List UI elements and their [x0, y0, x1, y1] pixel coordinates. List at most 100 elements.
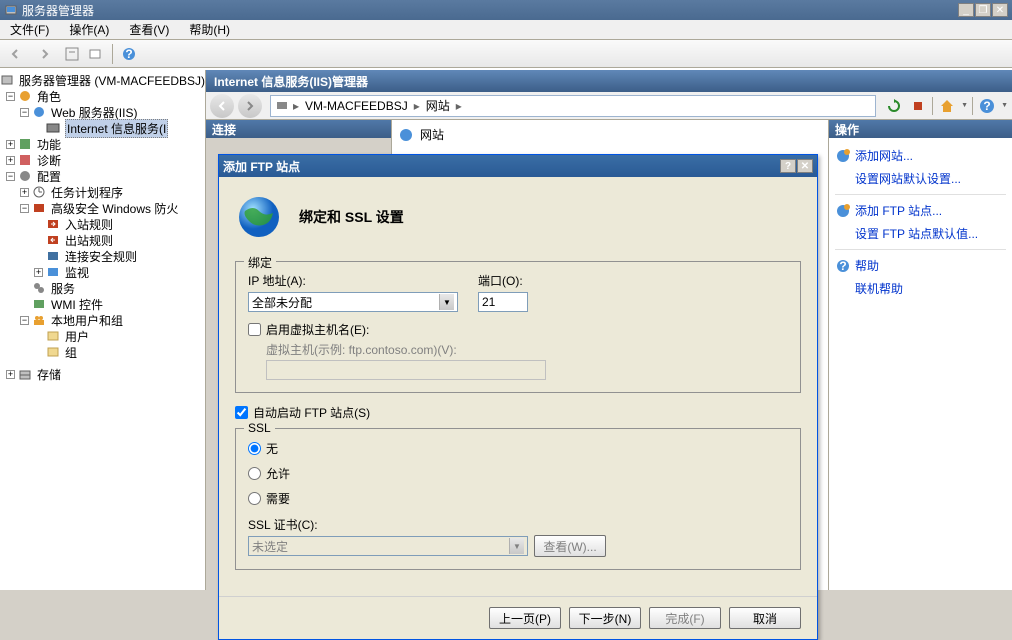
server-manager-icon	[4, 3, 18, 17]
expander-icon[interactable]: +	[6, 140, 15, 149]
ssl-require-label: 需要	[266, 490, 290, 507]
close-button[interactable]: ✕	[992, 3, 1008, 17]
menu-help[interactable]: 帮助(H)	[179, 20, 240, 39]
tree-panel[interactable]: 服务器管理器 (VM-MACFEEDBSJ) −角色 −Web 服务器(IIS)…	[0, 70, 206, 590]
breadcrumb-host[interactable]: VM-MACFEEDBSJ	[303, 99, 410, 113]
ssl-legend: SSL	[244, 421, 275, 435]
svg-text:?: ?	[839, 259, 846, 273]
dialog-close-button[interactable]: ✕	[797, 159, 813, 173]
actions-header: 操作	[829, 120, 1012, 138]
nav-forward-icon[interactable]	[238, 94, 262, 118]
globe-icon	[235, 193, 283, 241]
tree-outbound[interactable]: 出站规则	[0, 232, 205, 248]
port-label: 端口(O):	[478, 272, 528, 289]
iis-navbar: ▸ VM-MACFEEDBSJ ▸ 网站 ▸ ▼ ? ▼	[206, 92, 1012, 120]
dropdown-arrow-icon: ▼	[439, 294, 454, 310]
help-icon[interactable]: ?	[121, 46, 137, 62]
tree-services[interactable]: 服务	[0, 280, 205, 296]
dropdown-arrow-icon[interactable]: ▼	[961, 102, 968, 109]
expander-icon[interactable]: +	[6, 156, 15, 165]
tree-inbound[interactable]: 入站规则	[0, 216, 205, 232]
tree-diagnostics[interactable]: +诊断	[0, 152, 205, 168]
action-set-ftp-defaults[interactable]: 设置 FTP 站点默认值...	[835, 222, 1006, 245]
toolbar-icon-1[interactable]	[64, 46, 80, 62]
tree-wmi[interactable]: WMI 控件	[0, 296, 205, 312]
dialog-titlebar[interactable]: 添加 FTP 站点 ? ✕	[219, 155, 817, 177]
tree-task-scheduler[interactable]: +任务计划程序	[0, 184, 205, 200]
tree-users[interactable]: 用户	[0, 328, 205, 344]
binding-fieldset: 绑定 IP 地址(A): 全部未分配 ▼ 端口(O): 启用虚拟主机名(E):	[235, 261, 801, 393]
tree-monitor[interactable]: +监视	[0, 264, 205, 280]
sites-label: 网站	[420, 126, 444, 143]
divider	[972, 97, 973, 115]
ip-label: IP 地址(A):	[248, 272, 458, 289]
help-icon[interactable]: ?	[977, 96, 997, 116]
menu-file[interactable]: 文件(F)	[0, 20, 59, 39]
breadcrumb-sites[interactable]: 网站	[424, 97, 452, 114]
ssl-none-radio[interactable]	[248, 442, 261, 455]
chevron-right-icon: ▸	[456, 99, 462, 113]
prev-button[interactable]: 上一页(P)	[489, 607, 561, 629]
expander-icon[interactable]: +	[6, 370, 15, 379]
tree-firewall[interactable]: −高级安全 Windows 防火	[0, 200, 205, 216]
computer-icon	[275, 99, 289, 113]
dropdown-arrow-icon: ▼	[509, 538, 524, 554]
enable-vhost-checkbox[interactable]	[248, 323, 261, 336]
expander-icon[interactable]: −	[20, 108, 29, 117]
dialog-title: 添加 FTP 站点	[223, 158, 300, 175]
tree-groups[interactable]: 组	[0, 344, 205, 360]
action-add-ftp-site[interactable]: 添加 FTP 站点...	[835, 199, 1006, 222]
svg-text:?: ?	[125, 47, 132, 61]
ssl-none-label: 无	[266, 440, 278, 457]
action-set-defaults[interactable]: 设置网站默认设置...	[835, 167, 1006, 190]
nav-back-icon[interactable]	[4, 43, 26, 65]
toolbar-icon-2[interactable]	[88, 46, 104, 62]
expander-icon[interactable]: −	[6, 92, 15, 101]
maximize-button[interactable]: ❐	[975, 3, 991, 17]
expander-icon[interactable]: −	[20, 316, 29, 325]
breadcrumb[interactable]: ▸ VM-MACFEEDBSJ ▸ 网站 ▸	[270, 95, 876, 117]
tree-conn-security[interactable]: 连接安全规则	[0, 248, 205, 264]
stop-icon[interactable]	[908, 96, 928, 116]
nav-back-icon[interactable]	[210, 94, 234, 118]
port-input[interactable]	[478, 292, 528, 312]
tree-iis[interactable]: Internet 信息服务(I	[0, 120, 205, 136]
minimize-button[interactable]: _	[958, 3, 974, 17]
dialog-help-button[interactable]: ?	[780, 159, 796, 173]
tree-local-users[interactable]: −本地用户和组	[0, 312, 205, 328]
toolbar: ?	[0, 40, 1012, 68]
window-title: 服务器管理器	[22, 2, 94, 19]
action-online-help[interactable]: 联机帮助	[835, 277, 1006, 300]
ssl-allow-radio[interactable]	[248, 467, 261, 480]
expander-icon[interactable]: +	[34, 268, 43, 277]
expander-icon[interactable]: −	[20, 204, 29, 213]
ip-address-dropdown[interactable]: 全部未分配 ▼	[248, 292, 458, 312]
auto-start-checkbox[interactable]	[235, 406, 248, 419]
tree-roles[interactable]: −角色	[0, 88, 205, 104]
ssl-require-radio[interactable]	[248, 492, 261, 505]
next-button[interactable]: 下一步(N)	[569, 607, 641, 629]
action-add-website[interactable]: 添加网站...	[835, 144, 1006, 167]
menu-view[interactable]: 查看(V)	[119, 20, 179, 39]
ssl-cert-dropdown: 未选定 ▼	[248, 536, 528, 556]
help-icon: ?	[835, 258, 851, 274]
ssl-cert-label: SSL 证书(C):	[248, 516, 788, 533]
connections-header: 连接	[206, 120, 391, 138]
globe-icon	[835, 148, 851, 164]
action-help[interactable]: ?帮助	[835, 254, 1006, 277]
tree-features[interactable]: +功能	[0, 136, 205, 152]
cancel-button[interactable]: 取消	[729, 607, 801, 629]
auto-start-label: 自动启动 FTP 站点(S)	[253, 404, 370, 421]
tree-storage[interactable]: +存储	[0, 366, 205, 382]
home-icon[interactable]	[937, 96, 957, 116]
dropdown-arrow-icon[interactable]: ▼	[1001, 102, 1008, 109]
menu-action[interactable]: 操作(A)	[59, 20, 119, 39]
nav-forward-icon[interactable]	[34, 43, 56, 65]
refresh-icon[interactable]	[884, 96, 904, 116]
expander-icon[interactable]: −	[6, 172, 15, 181]
enable-vhost-label: 启用虚拟主机名(E):	[266, 321, 369, 338]
tree-root[interactable]: 服务器管理器 (VM-MACFEEDBSJ)	[0, 72, 205, 88]
expander-icon[interactable]: +	[20, 188, 29, 197]
tree-config[interactable]: −配置	[0, 168, 205, 184]
chevron-right-icon: ▸	[414, 99, 420, 113]
